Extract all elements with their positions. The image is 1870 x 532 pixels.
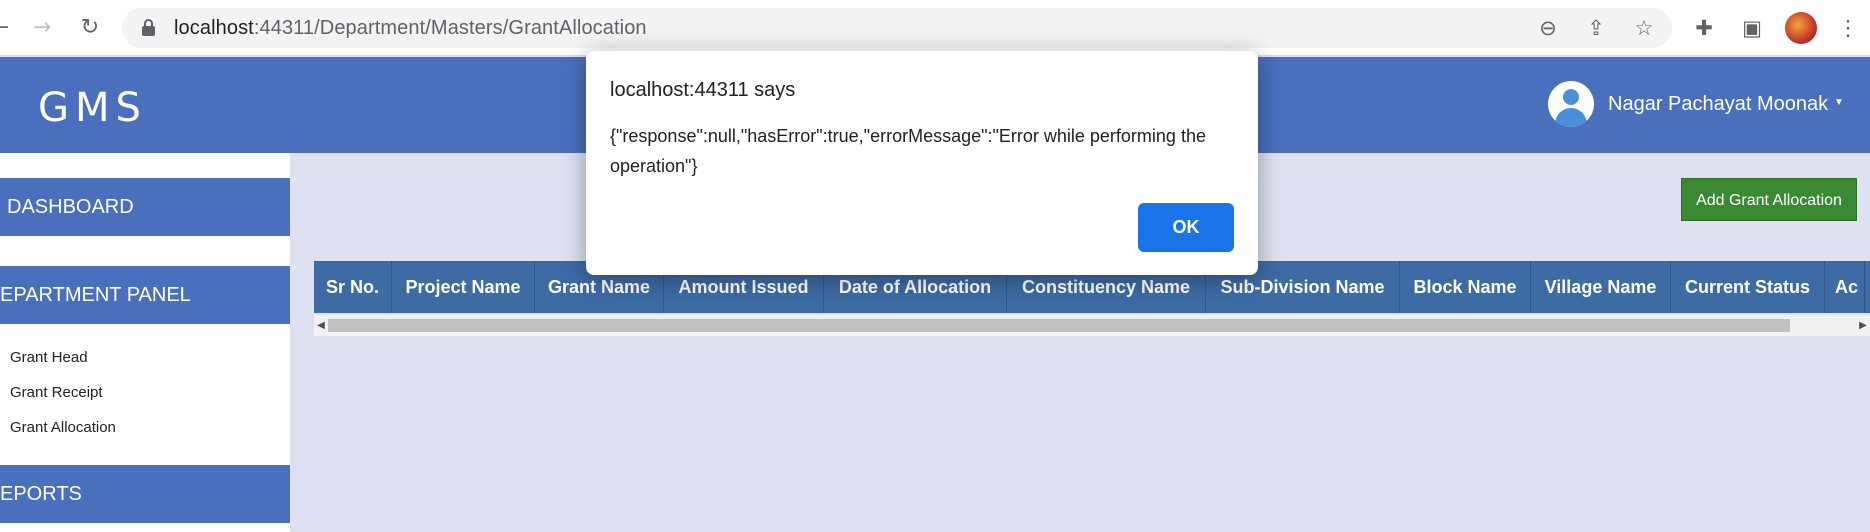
alert-dialog: localhost:44311 says {"response":null,"h… (586, 51, 1258, 275)
zoom-out-icon[interactable]: ⊖ (1534, 14, 1562, 42)
back-icon[interactable]: ← (0, 14, 14, 42)
column-header-block-name[interactable]: Block Name (1400, 261, 1531, 313)
forward-icon[interactable]: → (28, 14, 56, 42)
bookmark-star-icon[interactable]: ☆ (1630, 14, 1658, 42)
dialog-title: localhost:44311 says (610, 79, 796, 101)
dialog-message: {"response":null,"hasError":true,"errorM… (610, 126, 1206, 176)
sidebar-section-reports[interactable]: EPORTS (0, 465, 290, 523)
share-icon[interactable]: ⇪ (1582, 14, 1610, 42)
sidebar-item-grant-head[interactable]: Grant Head (10, 349, 88, 366)
url-text[interactable]: localhost:44311/Department/Masters/Grant… (174, 8, 647, 48)
lock-icon[interactable] (142, 19, 155, 36)
address-bar[interactable]: localhost:44311/Department/Masters/Grant… (122, 8, 1672, 48)
scroll-right-arrow-icon[interactable]: ▶ (1856, 315, 1870, 336)
sidebar-section-department-panel[interactable]: EPARTMENT PANEL (0, 266, 290, 324)
user-name[interactable]: Nagar Pachayat Moonak (1608, 93, 1828, 116)
horizontal-scrollbar[interactable]: ◀ ▶ (314, 315, 1870, 336)
sidebar-item-grant-receipt[interactable]: Grant Receipt (10, 384, 103, 401)
chevron-down-icon[interactable]: ▼ (1834, 97, 1844, 108)
browser-toolbar: ← → ↻ localhost:44311/Department/Masters… (0, 0, 1870, 56)
add-grant-allocation-button[interactable]: Add Grant Allocation (1681, 178, 1857, 221)
column-header-project-name[interactable]: Project Name (392, 261, 535, 313)
more-menu-icon[interactable]: ⋮ (1834, 14, 1862, 42)
column-header-current-status[interactable]: Current Status (1671, 261, 1825, 313)
column-header-action[interactable]: Ac (1825, 261, 1865, 313)
column-header-sr-no[interactable]: Sr No. (314, 261, 392, 313)
column-header-village-name[interactable]: Village Name (1531, 261, 1671, 313)
scroll-left-arrow-icon[interactable]: ◀ (314, 315, 328, 336)
scrollbar-thumb[interactable] (328, 319, 1790, 332)
app-logo[interactable]: GMS (38, 85, 147, 131)
user-avatar-icon[interactable] (1548, 81, 1594, 127)
extensions-icon[interactable]: ✚ (1690, 14, 1718, 42)
sidebar-item-grant-allocation[interactable]: Grant Allocation (10, 419, 116, 436)
reload-icon[interactable]: ↻ (76, 14, 104, 42)
sidebar: DASHBOARD EPARTMENT PANEL Grant Head Gra… (0, 153, 290, 532)
profile-avatar[interactable] (1785, 12, 1817, 44)
ok-button[interactable]: OK (1138, 203, 1234, 252)
sidebar-section-dashboard[interactable]: DASHBOARD (0, 178, 290, 236)
side-panel-icon[interactable]: ▣ (1738, 14, 1766, 42)
